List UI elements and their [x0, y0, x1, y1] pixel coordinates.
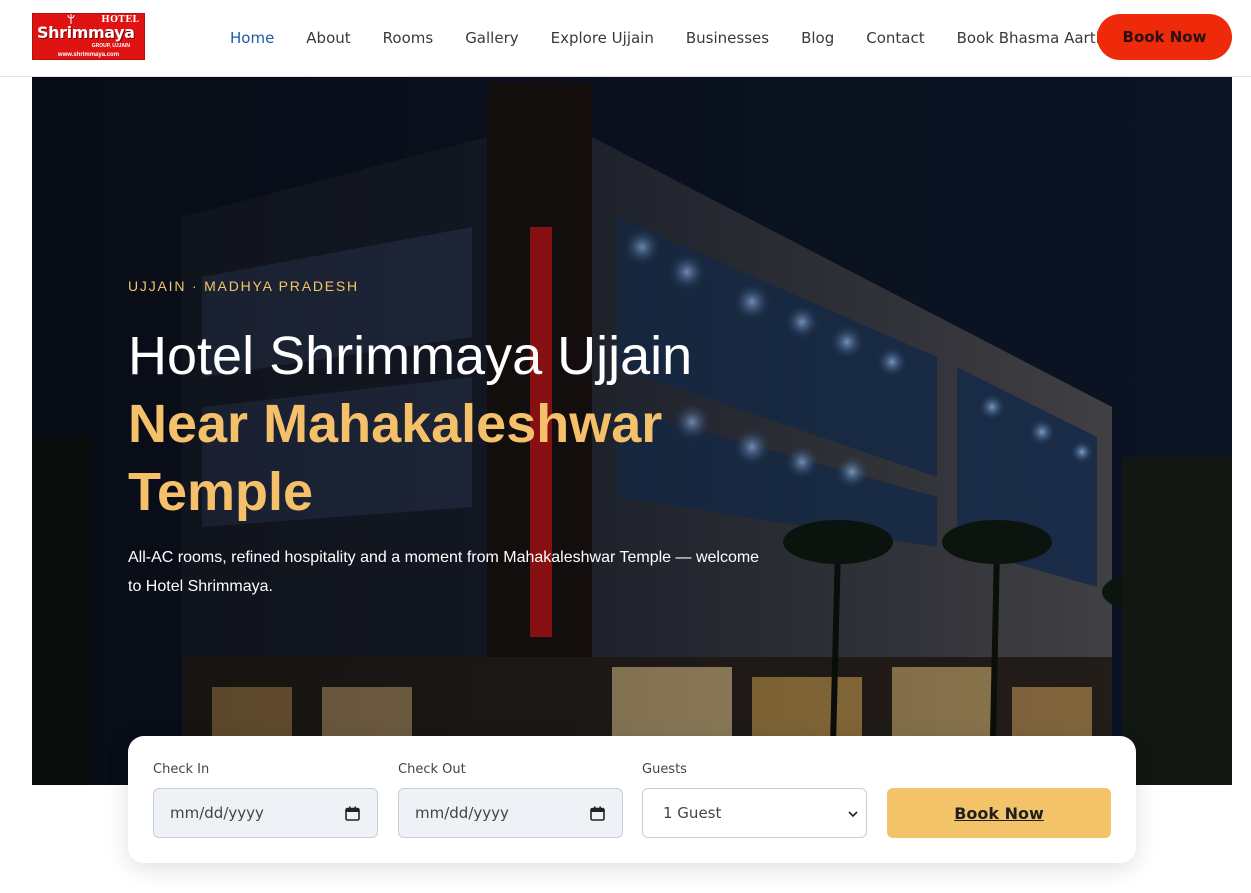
- check-out-label: Check Out: [398, 762, 466, 777]
- nav-home[interactable]: Home: [230, 29, 274, 47]
- nav-blog[interactable]: Blog: [801, 29, 834, 47]
- check-in-placeholder: mm/dd/yyyy: [170, 804, 264, 822]
- site-header: HOTEL Shrimmaya GROUP, UJJAIN www.shrimm…: [0, 0, 1251, 77]
- booking-submit-button[interactable]: Book Now: [887, 788, 1111, 838]
- hero-section: UJJAIN · MADHYA PRADESH Hotel Shrimmaya …: [32, 77, 1232, 785]
- chevron-down-icon: [848, 811, 858, 818]
- nav-rooms[interactable]: Rooms: [383, 29, 434, 47]
- booking-form: Check In mm/dd/yyyy Check Out mm/dd/yyyy…: [128, 736, 1136, 863]
- logo-url-text: www.shrimmaya.com: [57, 52, 120, 58]
- nav-explore-ujjain[interactable]: Explore Ujjain: [551, 29, 654, 47]
- nav-businesses[interactable]: Businesses: [686, 29, 769, 47]
- check-in-label: Check In: [153, 762, 210, 777]
- nav-gallery[interactable]: Gallery: [465, 29, 518, 47]
- hero-title-accent: Near Mahakaleshwar Temple: [128, 394, 663, 522]
- guests-selected-value: 1 Guest: [663, 804, 722, 822]
- main-nav: Home About Rooms Gallery Explore Ujjain …: [230, 0, 1100, 76]
- calendar-icon[interactable]: [590, 806, 605, 821]
- check-out-placeholder: mm/dd/yyyy: [415, 804, 509, 822]
- nav-about[interactable]: About: [306, 29, 350, 47]
- guests-select[interactable]: 1 Guest: [642, 788, 867, 838]
- nav-contact[interactable]: Contact: [866, 29, 924, 47]
- hero-location-eyebrow: UJJAIN · MADHYA PRADESH: [128, 278, 359, 294]
- hero-title: Hotel Shrimmaya Ujjain Near Mahakaleshwa…: [128, 322, 848, 526]
- hero-subtitle: All-AC rooms, refined hospitality and a …: [128, 549, 760, 595]
- nav-book-bhasma-aarti[interactable]: Book Bhasma Aarti: [957, 29, 1100, 47]
- logo-group-text: GROUP, UJJAIN: [91, 43, 130, 49]
- header-book-now-button[interactable]: Book Now: [1097, 14, 1232, 60]
- check-in-date-input[interactable]: mm/dd/yyyy: [153, 788, 378, 838]
- hotel-logo[interactable]: HOTEL Shrimmaya GROUP, UJJAIN www.shrimm…: [32, 13, 145, 60]
- calendar-icon[interactable]: [345, 806, 360, 821]
- hero-title-line1: Hotel Shrimmaya Ujjain: [128, 326, 693, 386]
- logo-brand-name: Shrimmaya: [37, 23, 135, 42]
- guests-label: Guests: [642, 762, 687, 777]
- check-out-date-input[interactable]: mm/dd/yyyy: [398, 788, 623, 838]
